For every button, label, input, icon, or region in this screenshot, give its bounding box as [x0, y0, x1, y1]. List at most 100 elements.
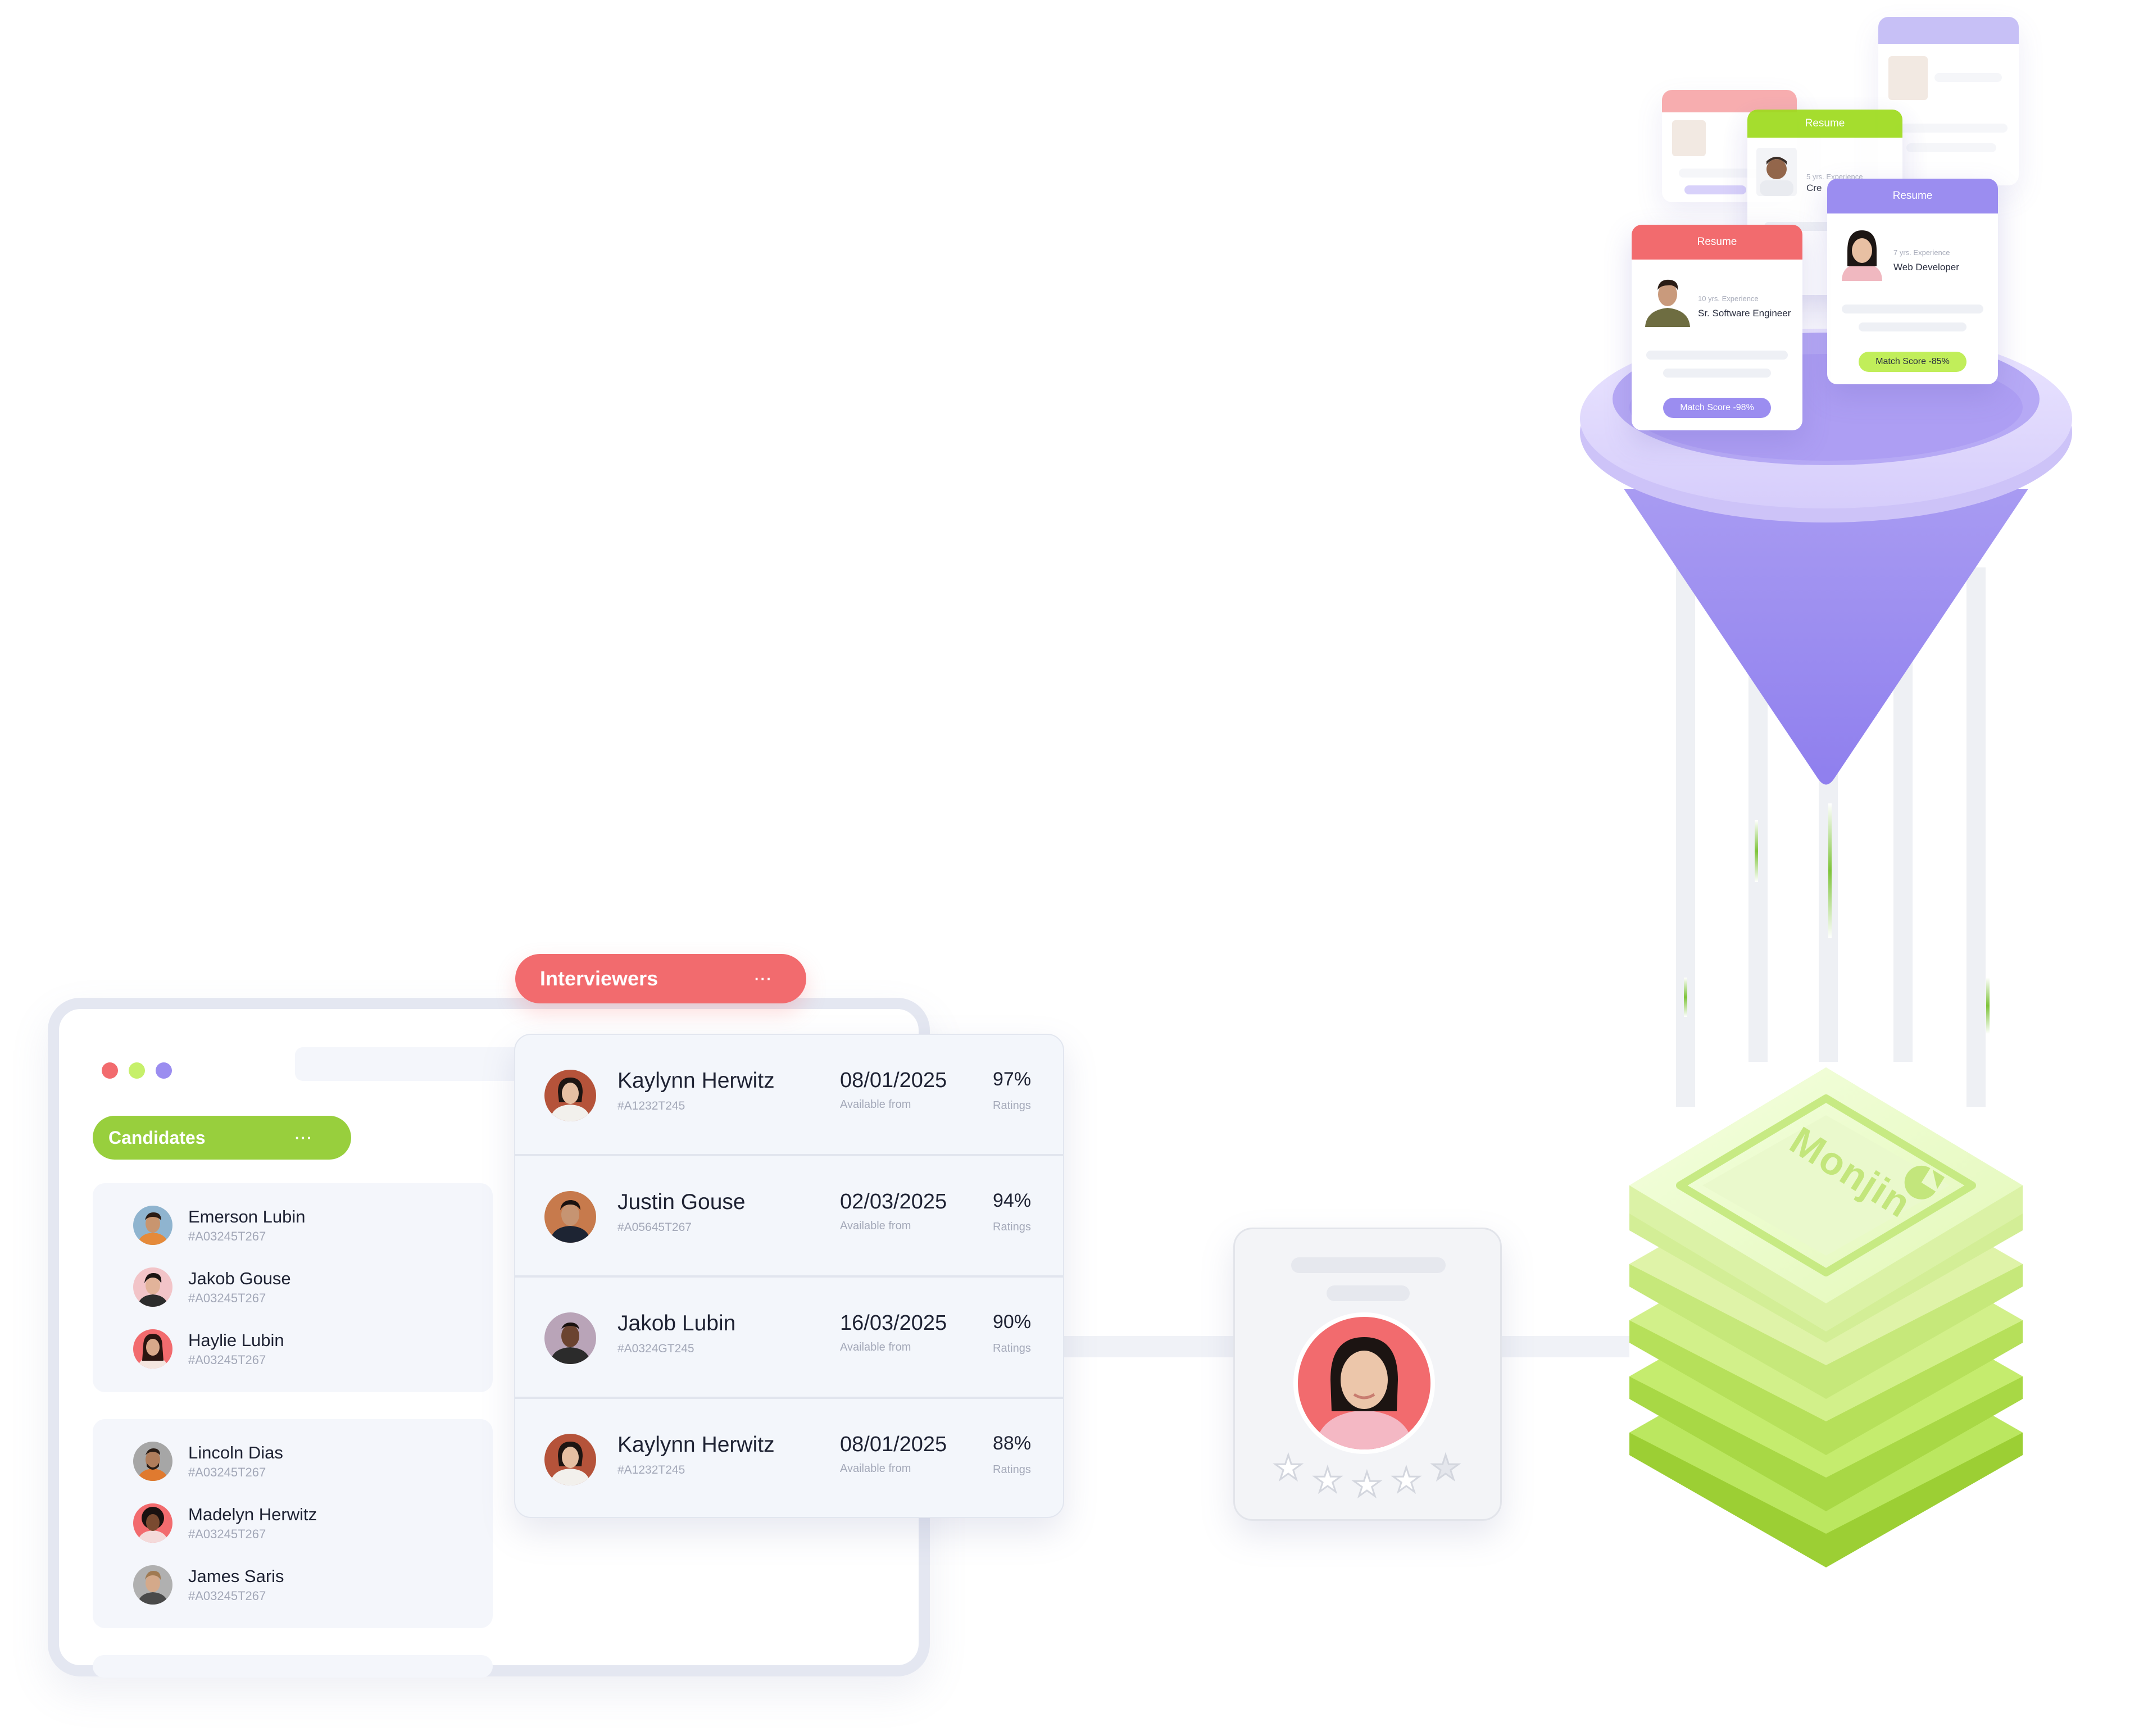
flow-indicator — [1828, 803, 1832, 938]
star-icon[interactable]: ★ — [1430, 1448, 1462, 1488]
avatar — [1888, 56, 1928, 100]
avatar — [133, 1442, 172, 1481]
star-icon[interactable]: ★ — [1312, 1461, 1344, 1500]
avatar — [133, 1565, 172, 1605]
interviewer-name: Kaylynn Herwitz — [617, 1069, 775, 1093]
candidate-id: #A03245T267 — [188, 1291, 266, 1305]
minimize-dot[interactable] — [129, 1062, 145, 1079]
interviewers-tab[interactable]: Interviewers ··· — [515, 954, 806, 1003]
resume-header: Resume — [1827, 179, 1998, 213]
list-item[interactable]: Haylie Lubin #A03245T267 — [133, 1329, 470, 1374]
candidates-tab[interactable]: Candidates ··· — [93, 1116, 351, 1160]
rating-value: 97% — [993, 1069, 1032, 1090]
available-label: Available from — [840, 1341, 911, 1353]
avatar — [1642, 271, 1693, 327]
maximize-dot[interactable] — [156, 1062, 172, 1079]
resume-header: Resume — [1747, 110, 1902, 138]
candidate-group: Lincoln Dias #A03245T267 Madelyn Herwitz… — [93, 1419, 493, 1628]
resume-header — [1662, 90, 1797, 112]
avatar — [544, 1191, 596, 1243]
placeholder-line — [1327, 1285, 1410, 1301]
more-options-icon[interactable]: ··· — [295, 1129, 313, 1147]
available-date: 08/01/2025 — [840, 1069, 947, 1092]
candidate-name: James Saris — [188, 1566, 284, 1586]
interviewer-name: Jakob Lubin — [617, 1311, 736, 1335]
resume-header: Resume — [1632, 225, 1802, 260]
avatar — [544, 1434, 596, 1485]
table-row[interactable]: Kaylynn Herwitz #A1232T245 08/01/2025 Av… — [515, 1399, 1063, 1517]
selected-candidate-card[interactable]: ★ ★ ★ ★ ★ — [1233, 1228, 1502, 1521]
candidates-label: Candidates — [108, 1127, 206, 1148]
candidate-name: Lincoln Dias — [188, 1443, 283, 1462]
star-icon[interactable]: ★ — [1351, 1465, 1383, 1505]
avatar — [133, 1329, 172, 1369]
avatar — [544, 1312, 596, 1364]
resume-card-web-developer: Resume 7 yrs. Experience Web Developer M… — [1827, 179, 1998, 384]
rating-value: 90% — [993, 1311, 1032, 1333]
rating-label: Ratings — [993, 1464, 1031, 1476]
connector-line — [1062, 1336, 1236, 1357]
candidate-group: Emerson Lubin #A03245T267 Jakob Gouse #A… — [93, 1183, 493, 1392]
avatar — [133, 1206, 172, 1245]
rating-label: Ratings — [993, 1221, 1031, 1233]
available-date: 08/01/2025 — [840, 1433, 947, 1456]
avatar — [133, 1503, 172, 1543]
table-row[interactable]: Kaylynn Herwitz #A1232T245 08/01/2025 Av… — [515, 1035, 1063, 1156]
candidate-id: #A03245T267 — [188, 1527, 266, 1541]
list-item[interactable]: Lincoln Dias #A03245T267 — [133, 1442, 470, 1487]
star-rating[interactable]: ★ ★ ★ ★ ★ — [1273, 1448, 1475, 1505]
candidate-id: #A03245T267 — [188, 1229, 266, 1243]
resume-header — [1878, 17, 2019, 44]
flow-indicator — [1986, 978, 1990, 1034]
interviewer-id: #A05645T267 — [617, 1221, 692, 1234]
placeholder-line — [1291, 1257, 1446, 1273]
avatar — [1836, 225, 1888, 281]
interviewer-id: #A0324GT245 — [617, 1342, 694, 1355]
candidate-name: Jakob Gouse — [188, 1269, 291, 1288]
available-date: 16/03/2025 — [840, 1311, 947, 1335]
match-score-badge: Match Score -85% — [1859, 352, 1966, 372]
avatar — [1756, 148, 1797, 196]
available-label: Available from — [840, 1462, 911, 1475]
candidate-id: #A03245T267 — [188, 1353, 266, 1367]
candidate-name: Emerson Lubin — [188, 1207, 306, 1226]
interviewer-id: #A1232T245 — [617, 1099, 685, 1112]
match-score-badge: Match Score -98% — [1663, 398, 1771, 418]
rating-label: Ratings — [993, 1342, 1031, 1355]
monjin-server-stack — [1629, 1067, 2023, 1567]
interviewers-panel: Kaylynn Herwitz #A1232T245 08/01/2025 Av… — [514, 1034, 1064, 1518]
list-item[interactable]: Jakob Gouse #A03245T267 — [133, 1267, 470, 1312]
interviewer-id: #A1232T245 — [617, 1464, 685, 1476]
interviewer-name: Kaylynn Herwitz — [617, 1433, 775, 1457]
candidate-name: Haylie Lubin — [188, 1330, 284, 1350]
close-dot[interactable] — [102, 1062, 118, 1079]
candidate-id: #A03245T267 — [188, 1589, 266, 1603]
avatar — [1672, 120, 1706, 156]
available-label: Available from — [840, 1098, 911, 1111]
table-row[interactable]: Jakob Lubin #A0324GT245 16/03/2025 Avail… — [515, 1278, 1063, 1399]
candidate-group — [93, 1655, 493, 1678]
list-item[interactable]: Emerson Lubin #A03245T267 — [133, 1206, 470, 1251]
rating-label: Ratings — [993, 1099, 1031, 1112]
more-options-icon[interactable]: ··· — [755, 970, 773, 988]
interviewers-label: Interviewers — [540, 967, 658, 990]
star-icon[interactable]: ★ — [1391, 1461, 1423, 1500]
star-icon[interactable]: ★ — [1273, 1448, 1305, 1488]
flow-indicator — [1684, 978, 1687, 1017]
resume-card-software-engineer: Resume 10 yrs. Experience Sr. Software E… — [1632, 225, 1802, 430]
interviewer-name: Justin Gouse — [617, 1190, 746, 1214]
rating-value: 88% — [993, 1433, 1032, 1454]
candidate-id: #A03245T267 — [188, 1465, 266, 1479]
avatar — [544, 1070, 596, 1121]
avatar — [1293, 1312, 1435, 1454]
table-row[interactable]: Justin Gouse #A05645T267 02/03/2025 Avai… — [515, 1156, 1063, 1278]
flow-indicator — [1755, 820, 1758, 882]
connector-line — [1500, 1336, 1629, 1357]
avatar — [133, 1267, 172, 1307]
available-date: 02/03/2025 — [840, 1190, 947, 1214]
list-item[interactable]: Madelyn Herwitz #A03245T267 — [133, 1503, 470, 1548]
rating-value: 94% — [993, 1190, 1032, 1211]
candidate-name: Madelyn Herwitz — [188, 1505, 317, 1524]
available-label: Available from — [840, 1220, 911, 1232]
list-item[interactable]: James Saris #A03245T267 — [133, 1565, 470, 1610]
